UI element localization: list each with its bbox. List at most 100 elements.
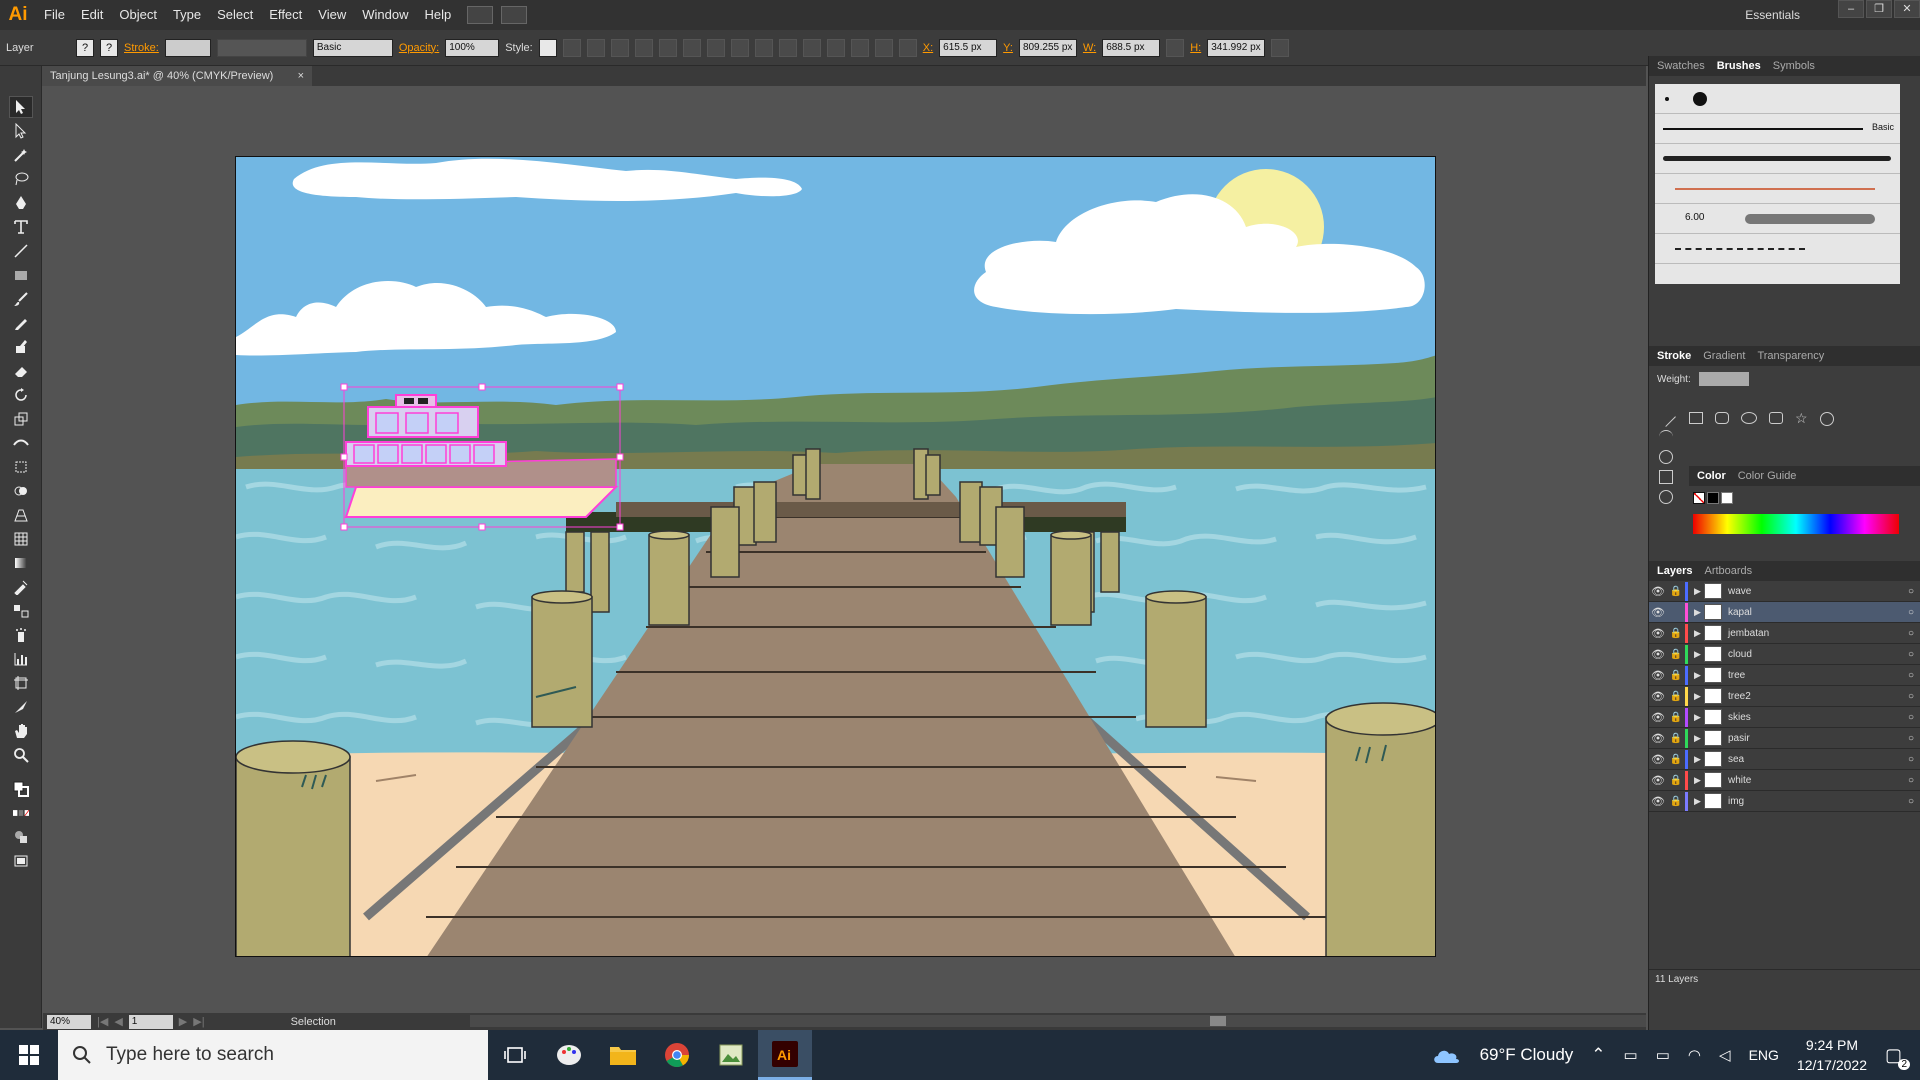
eye-icon[interactable]: 👁 (1649, 669, 1667, 682)
align-bottom-icon[interactable] (730, 38, 749, 57)
graphic-style-swatch[interactable] (538, 38, 557, 57)
artboard-number-field[interactable]: 1 (128, 1014, 173, 1029)
menu-edit[interactable]: Edit (73, 0, 111, 30)
distribute-bottom-icon[interactable] (802, 38, 821, 57)
meet-now-icon[interactable]: ▭ (1624, 1046, 1638, 1064)
hand-tool[interactable] (9, 720, 33, 742)
arc-icon[interactable] (1659, 430, 1673, 444)
tab-gradient[interactable]: Gradient (1703, 350, 1745, 362)
lasso-tool[interactable] (9, 168, 33, 190)
distribute-left-icon[interactable] (826, 38, 845, 57)
task-view-button[interactable] (488, 1030, 542, 1080)
notification-center-icon[interactable]: ▢ 2 (1885, 1045, 1910, 1070)
draw-mode-button[interactable] (9, 826, 33, 848)
brush-dot-small[interactable] (1665, 96, 1669, 101)
start-button[interactable] (0, 1030, 58, 1080)
menu-window[interactable]: Window (354, 0, 416, 30)
ellipse-icon[interactable] (1741, 412, 1757, 424)
brush-tips-row[interactable] (1655, 84, 1900, 114)
artboard[interactable] (235, 156, 1436, 957)
distribute-vcenter-icon[interactable] (778, 38, 797, 57)
selection-tool[interactable] (8, 96, 33, 118)
screen-mode-button[interactable] (9, 850, 33, 872)
layer-name[interactable]: wave (1728, 586, 1901, 597)
brush-charcoal[interactable] (1655, 144, 1900, 174)
eye-icon[interactable]: 👁 (1649, 648, 1667, 661)
gradient-tool[interactable] (9, 552, 33, 574)
scrollbar-thumb[interactable] (1210, 1016, 1226, 1026)
slice-tool[interactable] (9, 696, 33, 718)
target-icon[interactable]: ○ (1901, 796, 1920, 807)
layer-row-wave[interactable]: 👁 🔒 ▶ wave ○ (1649, 581, 1920, 602)
workspace-switcher[interactable]: Essentials (1745, 8, 1800, 22)
eye-icon[interactable]: 👁 (1649, 585, 1667, 598)
brush-arrow[interactable] (1655, 174, 1900, 204)
w-field[interactable]: 688.5 px (1102, 38, 1161, 57)
align-right-icon[interactable] (658, 38, 677, 57)
taskbar-illustrator[interactable]: Ai (758, 1030, 812, 1080)
variable-width-profile[interactable] (216, 38, 307, 57)
magic-wand-tool[interactable] (9, 144, 33, 166)
spiral-icon[interactable] (1659, 450, 1673, 464)
lock-icon[interactable]: 🔒 (1667, 754, 1685, 765)
none-swatch[interactable] (1693, 492, 1705, 504)
align-left-icon[interactable] (610, 38, 629, 57)
layer-name[interactable]: img (1728, 796, 1901, 807)
layer-name[interactable]: white (1728, 775, 1901, 786)
lock-icon[interactable]: 🔒 (1667, 712, 1685, 723)
minimize-icon[interactable]: – (1838, 0, 1864, 18)
paintbrush-tool[interactable] (9, 288, 33, 310)
brush-dashed[interactable] (1655, 234, 1900, 264)
menu-effect[interactable]: Effect (261, 0, 310, 30)
rectangle-shape-icon[interactable] (1689, 412, 1703, 424)
page-nav-next-icon[interactable]: ▶ (179, 1015, 187, 1028)
constrain-proportions-icon[interactable] (1166, 38, 1185, 57)
blend-tool[interactable] (9, 600, 33, 622)
target-icon[interactable]: ○ (1901, 712, 1920, 723)
layer-row-jembatan[interactable]: 👁 🔒 ▶ jembatan ○ (1649, 623, 1920, 644)
volume-icon[interactable]: ◁ (1719, 1046, 1731, 1064)
layer-row-pasir[interactable]: 👁 🔒 ▶ pasir ○ (1649, 728, 1920, 749)
recolor-artwork-icon[interactable] (562, 38, 581, 57)
column-graph-tool[interactable] (9, 648, 33, 670)
expand-triangle-icon[interactable]: ▶ (1694, 691, 1704, 702)
close-icon[interactable]: ✕ (1894, 0, 1920, 18)
menu-view[interactable]: View (310, 0, 354, 30)
target-icon[interactable]: ○ (1901, 775, 1920, 786)
pencil-tool[interactable] (9, 312, 33, 334)
taskbar-chrome[interactable] (650, 1030, 704, 1080)
type-tool[interactable] (9, 216, 33, 238)
black-swatch[interactable] (1707, 492, 1719, 504)
canvas-area[interactable] (43, 86, 1646, 1016)
weight-field[interactable] (1698, 372, 1749, 386)
tab-swatches[interactable]: Swatches (1657, 60, 1705, 72)
page-nav-last-icon[interactable]: ▶| (193, 1015, 204, 1028)
zoom-tool[interactable] (9, 744, 33, 766)
rounded-rectangle-icon[interactable] (1715, 412, 1729, 424)
eye-icon[interactable]: 👁 (1649, 753, 1667, 766)
expand-triangle-icon[interactable]: ▶ (1694, 586, 1704, 597)
eye-icon[interactable]: 👁 (1649, 711, 1667, 724)
layer-row-skies[interactable]: 👁 🔒 ▶ skies ○ (1649, 707, 1920, 728)
layer-row-tree2[interactable]: 👁 🔒 ▶ tree2 ○ (1649, 686, 1920, 707)
menu-help[interactable]: Help (416, 0, 459, 30)
stroke-label[interactable]: Stroke: (124, 42, 159, 54)
menu-file[interactable]: File (36, 0, 73, 30)
brush-dot-large[interactable] (1693, 91, 1707, 106)
tab-layers[interactable]: Layers (1657, 565, 1692, 577)
align-middle-icon[interactable] (706, 38, 725, 57)
current-tool-status[interactable]: Selection (291, 1016, 336, 1028)
close-document-icon[interactable]: × (298, 66, 304, 86)
layer-row-kapal[interactable]: 👁 ▶ kapal ○ (1649, 602, 1920, 623)
scale-tool[interactable] (9, 408, 33, 430)
h-field[interactable]: 341.992 px (1207, 38, 1266, 57)
layer-name[interactable]: pasir (1728, 733, 1901, 744)
layer-name[interactable]: cloud (1728, 649, 1901, 660)
perspective-grid-tool[interactable] (9, 504, 33, 526)
tab-transparency[interactable]: Transparency (1757, 350, 1824, 362)
y-field[interactable]: 809.255 px (1018, 38, 1077, 57)
layer-name[interactable]: sea (1728, 754, 1901, 765)
layer-row-sea[interactable]: 👁 🔒 ▶ sea ○ (1649, 749, 1920, 770)
expand-triangle-icon[interactable]: ▶ (1694, 712, 1704, 723)
target-icon[interactable]: ○ (1901, 691, 1920, 702)
